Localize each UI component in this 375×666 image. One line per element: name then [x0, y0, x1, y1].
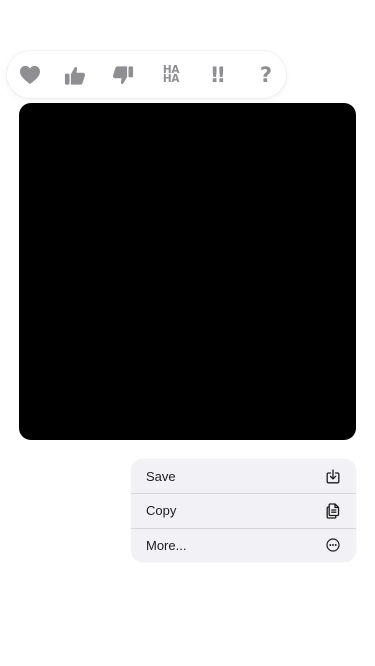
double-exclamation-icon: ‼ — [211, 62, 225, 87]
menu-item-save[interactable]: Save — [131, 459, 356, 493]
tapback-thumbs-down[interactable] — [107, 59, 139, 91]
thumbs-down-icon — [112, 65, 134, 84]
thumbs-up-icon — [64, 66, 86, 85]
more-ellipsis-icon — [325, 537, 341, 553]
question-mark-icon: ? — [259, 62, 273, 87]
menu-item-save-label: Save — [146, 468, 176, 484]
tapback-question[interactable]: ? — [250, 59, 282, 91]
save-download-icon — [325, 468, 341, 484]
heart-icon — [20, 65, 40, 85]
tapback-thumbs-up[interactable] — [59, 59, 91, 91]
image-message[interactable] — [19, 103, 356, 440]
menu-item-copy-label: Copy — [146, 503, 177, 519]
menu-item-copy[interactable]: Copy — [131, 493, 356, 527]
tapback-emphasize[interactable]: ‼ — [202, 59, 234, 91]
menu-item-more-label: More... — [146, 537, 187, 553]
tapback-bar: HA HA ‼ ? — [7, 51, 286, 98]
context-menu: Save Copy More... — [131, 459, 356, 562]
tapback-haha[interactable]: HA HA — [155, 59, 187, 91]
haha-icon: HA HA — [162, 63, 180, 85]
tapback-heart[interactable] — [14, 59, 46, 91]
copy-icon — [325, 503, 341, 519]
menu-item-more[interactable]: More... — [131, 527, 356, 562]
